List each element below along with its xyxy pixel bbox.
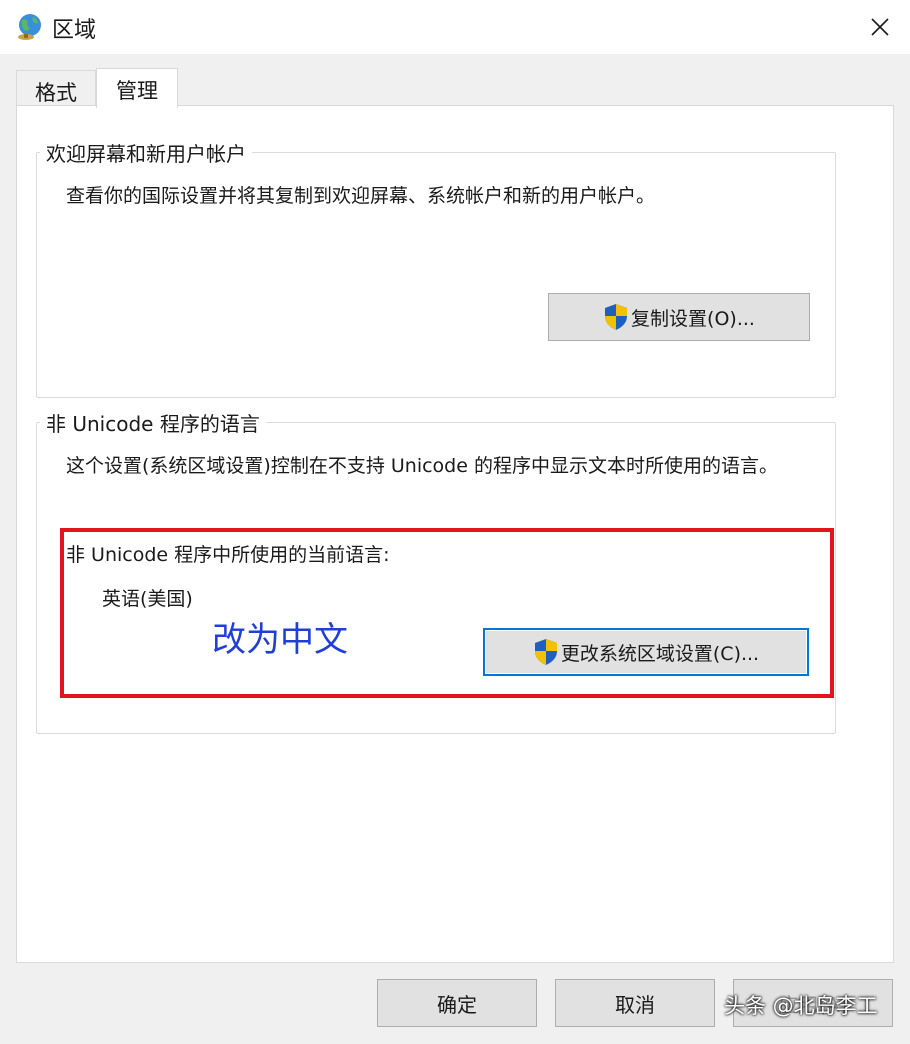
close-icon [871,18,889,36]
tab-manage-label: 管理 [116,79,158,103]
tab-format[interactable]: 格式 [16,70,96,106]
tab-format-label: 格式 [35,81,77,105]
welcome-group-title: 欢迎屏幕和新用户帐户 [40,138,252,167]
unicode-group-title: 非 Unicode 程序的语言 [40,408,266,437]
cancel-button[interactable]: 取消 [555,979,715,1027]
annotation-text: 改为中文 [212,620,348,660]
highlight-box [60,528,834,698]
cancel-label: 取消 [615,992,655,1017]
watermark: 头条 @北岛李工 [724,994,878,1018]
welcome-description: 查看你的国际设置并将其复制到欢迎屏幕、系统帐户和新的用户帐户。 [66,185,656,207]
window-title: 区域 [52,18,97,43]
globe-icon [18,14,41,40]
ok-button[interactable]: 确定 [377,979,537,1027]
unicode-description: 这个设置(系统区域设置)控制在不支持 Unicode 的程序中显示文本时所使用的… [66,455,778,477]
title-bar: 区域 [0,0,910,54]
copy-settings-button[interactable]: 复制设置(O)... [548,293,810,341]
ok-label: 确定 [437,992,477,1017]
close-button[interactable] [850,0,910,54]
tab-manage[interactable]: 管理 [96,68,178,108]
tab-strip: 格式 管理 [0,54,910,108]
shield-icon [605,304,628,330]
copy-settings-label: 复制设置(O)... [631,307,755,330]
